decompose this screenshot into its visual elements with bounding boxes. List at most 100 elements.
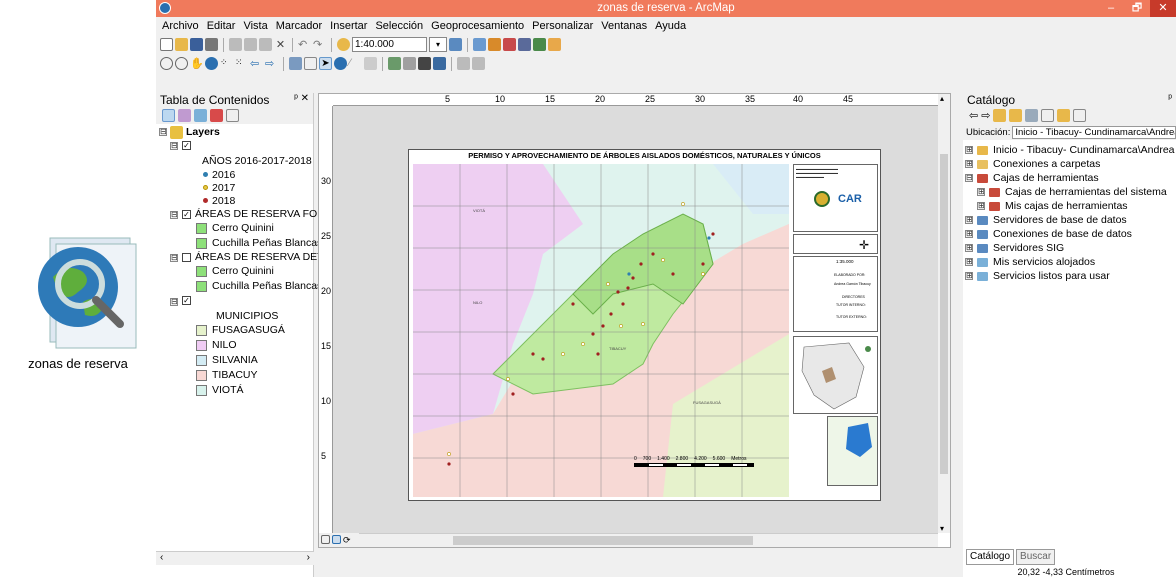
catalog-hosted-services-item[interactable]: Mis servicios alojados [993, 256, 1095, 268]
arctoolbox-icon[interactable] [518, 38, 531, 51]
open-folder-icon[interactable] [175, 38, 188, 51]
binoculars-icon[interactable] [418, 57, 431, 70]
menu-ayuda[interactable]: Ayuda [651, 20, 690, 32]
location-inset-2[interactable] [827, 416, 878, 486]
location-inset-1[interactable] [793, 336, 878, 414]
table-of-contents-icon[interactable] [473, 38, 486, 51]
coordinate-panel[interactable]: ✛ [793, 234, 878, 254]
collapse-forest-icon[interactable]: ⊟ [170, 211, 178, 219]
new-document-icon[interactable] [160, 38, 173, 51]
scroll-down-icon[interactable]: ▾ [940, 524, 944, 533]
menu-insertar[interactable]: Insertar [326, 20, 371, 32]
menu-editar[interactable]: Editar [203, 20, 240, 32]
search-window-icon[interactable] [503, 38, 516, 51]
select-features-icon[interactable] [289, 57, 302, 70]
expand-icon[interactable]: ⊞ [965, 272, 973, 280]
catalog-new-icon[interactable] [1057, 109, 1071, 122]
forest-visibility-checkbox[interactable]: ✓ [182, 210, 191, 219]
menu-personalizar[interactable]: Personalizar [528, 20, 597, 32]
menu-ventanas[interactable]: Ventanas [597, 20, 651, 32]
list-by-source-icon[interactable] [178, 109, 191, 122]
collapse-detail-icon[interactable]: ⊟ [170, 254, 178, 262]
time-slider-icon[interactable] [457, 57, 470, 70]
scroll-right-icon[interactable]: › [307, 552, 310, 563]
minimize-button[interactable]: – [1098, 0, 1124, 17]
clear-selection-icon[interactable] [304, 57, 317, 70]
forward-extent-icon[interactable]: ⇨ [265, 57, 278, 70]
scale-input[interactable]: 1:40.000 [352, 37, 427, 52]
catalog-my-toolboxes-item[interactable]: Mis cajas de herramientas [1005, 200, 1128, 212]
copy-icon[interactable] [244, 38, 257, 51]
zoom-out-icon[interactable] [175, 57, 188, 70]
catalog-options-icon[interactable] [1073, 109, 1087, 122]
horizontal-scroll-thumb[interactable] [453, 536, 753, 545]
go-to-xy-icon[interactable] [403, 57, 416, 70]
menu-archivo[interactable]: Archivo [158, 20, 203, 32]
find-icon[interactable] [388, 57, 401, 70]
back-extent-icon[interactable]: ⇦ [250, 57, 263, 70]
paste-icon[interactable] [259, 38, 272, 51]
layout-canvas[interactable]: PERMISO Y APROVECHAMIENTO DE ÁRBOLES AIS… [333, 106, 938, 533]
catalog-ready-services-item[interactable]: Servicios listos para usar [993, 270, 1110, 282]
expand-icon[interactable]: ⊞ [965, 146, 973, 154]
redo-icon[interactable]: ↷ [313, 38, 326, 51]
catalog-forward-icon[interactable]: ⇨ [981, 109, 990, 122]
location-input[interactable]: Inicio - Tibacuy- Cundinamarca\Andrea [1012, 125, 1176, 139]
route-icon[interactable] [433, 57, 446, 70]
scale-bar[interactable]: 0 700 1.400 2.800 4.200 5.600 Metros [634, 456, 779, 478]
layout-page[interactable]: PERMISO Y APROVECHAMIENTO DE ÁRBOLES AIS… [408, 149, 881, 501]
detail-visibility-checkbox[interactable] [182, 253, 191, 262]
tab-buscar[interactable]: Buscar [1016, 549, 1056, 565]
collapse-anos-icon[interactable]: ⊟ [170, 142, 178, 150]
catalog-pin-icon[interactable]: ᵖ [1168, 93, 1172, 104]
anos-layer-label[interactable]: AÑOS 2016-2017-2018 [202, 155, 312, 167]
select-elements-icon[interactable]: ➤ [319, 57, 332, 70]
html-popup-icon[interactable]: ⁄ [349, 57, 362, 70]
cut-icon[interactable] [229, 38, 242, 51]
menu-marcador[interactable]: Marcador [272, 20, 326, 32]
municipios-visibility-checkbox[interactable]: ✓ [182, 296, 191, 305]
list-by-visibility-icon[interactable] [194, 109, 207, 122]
scroll-left-icon[interactable]: ‹ [160, 552, 163, 563]
delete-icon[interactable]: ✕ [274, 38, 287, 51]
expand-icon[interactable]: ⊞ [965, 230, 973, 238]
expand-icon[interactable]: ⊞ [965, 244, 973, 252]
catalog-system-toolboxes-item[interactable]: Cajas de herramientas del sistema [1005, 186, 1167, 198]
catalog-home-item[interactable]: Inicio - Tibacuy- Cundinamarca\Andrea [993, 144, 1175, 156]
map-document-icon[interactable] [28, 232, 148, 352]
menu-geoprocesamiento[interactable]: Geoprocesamiento [427, 20, 528, 32]
fixed-zoom-in-icon[interactable]: ⁘ [220, 57, 233, 70]
undo-icon[interactable]: ↶ [298, 38, 311, 51]
expand-icon[interactable]: ⊞ [965, 160, 973, 168]
zoom-in-icon[interactable] [160, 57, 173, 70]
institution-panel[interactable]: ▬▬▬▬▬▬▬▬▬▬▬▬ ▬▬▬▬▬▬▬▬▬▬▬▬ ▬▬▬▬▬▬▬▬ CAR [793, 164, 878, 232]
main-map-frame[interactable]: VIOTÁ NILO TIBACUY FUSAGASUGÁ [413, 164, 789, 497]
collapse-layers-icon[interactable]: ⊟ [159, 128, 167, 136]
catalog-window-icon[interactable] [488, 38, 501, 51]
measure-icon[interactable] [364, 57, 377, 70]
layers-label[interactable]: Layers [186, 126, 220, 138]
municipios-layer-label[interactable]: MUNICIPIOS [216, 310, 278, 322]
toc-pin-close-button[interactable]: ᵖ ✕ [294, 93, 309, 104]
model-builder-icon[interactable] [548, 38, 561, 51]
menu-vista[interactable]: Vista [239, 20, 271, 32]
legend-panel[interactable]: 1:35.000 ELABORADO POR: Andrea Gamón Tib… [793, 256, 878, 332]
map-title[interactable]: PERMISO Y APROVECHAMIENTO DE ÁRBOLES AIS… [409, 151, 880, 160]
catalog-toolboxes-item[interactable]: Cajas de herramientas [993, 172, 1099, 184]
refresh-icon[interactable]: ⟳ [343, 535, 351, 545]
catalog-folder-connections-item[interactable]: Conexiones a carpetas [993, 158, 1100, 170]
layout-view-icon[interactable] [332, 535, 341, 544]
python-window-icon[interactable] [533, 38, 546, 51]
horizontal-scrollbar[interactable] [333, 533, 938, 547]
scroll-up-icon[interactable]: ▴ [940, 94, 944, 103]
save-icon[interactable] [190, 38, 203, 51]
list-by-selection-icon[interactable] [210, 109, 223, 122]
catalog-connect-folder-icon[interactable] [1025, 109, 1039, 122]
scale-dropdown-icon[interactable]: ▾ [429, 37, 447, 52]
vertical-scroll-thumb[interactable] [940, 154, 948, 474]
editor-toolbar-icon[interactable] [449, 38, 462, 51]
fixed-zoom-out-icon[interactable]: ⁙ [235, 57, 248, 70]
vertical-scrollbar[interactable]: ▴ ▾ [938, 94, 950, 533]
catalog-up-icon[interactable] [993, 109, 1007, 122]
maximize-button[interactable]: 🗗 [1124, 0, 1150, 17]
